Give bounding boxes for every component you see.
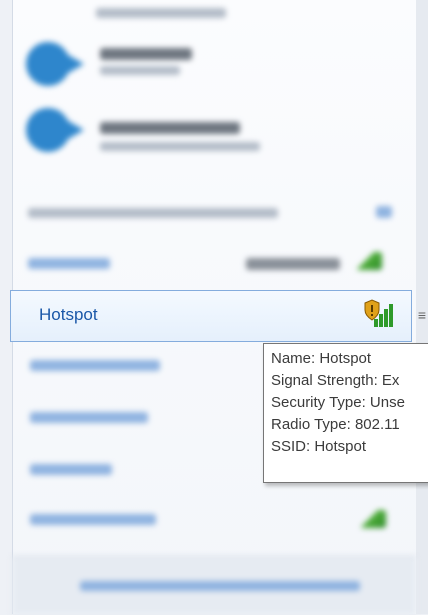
network-name-label: Hotspot [39, 305, 98, 324]
blurred-network-item[interactable] [30, 360, 160, 371]
open-network-center-bar[interactable] [12, 556, 416, 615]
blurred-collapse-icon [376, 206, 392, 218]
blurred-footer-link[interactable] [80, 581, 360, 591]
blurred-network-item[interactable] [30, 412, 148, 423]
blurred-connection-name [100, 48, 192, 60]
blurred-connected-label [246, 258, 340, 270]
blurred-text [96, 8, 226, 18]
tooltip-radio-type: Radio Type: 802.11 [271, 416, 400, 433]
tooltip-name: Name: Hotspot [271, 350, 372, 367]
blurred-connection-status [100, 142, 260, 151]
tooltip-ssid: SSID: Hotspot [271, 438, 367, 455]
blurred-connection-name [100, 122, 240, 134]
network-item-hotspot[interactable]: Hotspot [10, 290, 412, 342]
signal-icon [360, 510, 386, 528]
drag-handle-icon: ≡ [417, 307, 427, 323]
wifi-secured-signal-icon [363, 299, 399, 331]
signal-icon [356, 252, 382, 270]
blurred-network-item[interactable] [30, 514, 156, 525]
blurred-network-item[interactable] [28, 258, 110, 269]
tooltip-signal-strength: Signal Strength: Ex [271, 372, 400, 389]
tooltip-security-type: Security Type: Unse [271, 394, 405, 411]
network-details-tooltip: Name: Hotspot Signal Strength: Ex Securi… [263, 343, 428, 483]
blurred-section-header [28, 208, 278, 218]
blurred-connection-status [100, 66, 180, 75]
blurred-network-item[interactable] [30, 464, 112, 475]
